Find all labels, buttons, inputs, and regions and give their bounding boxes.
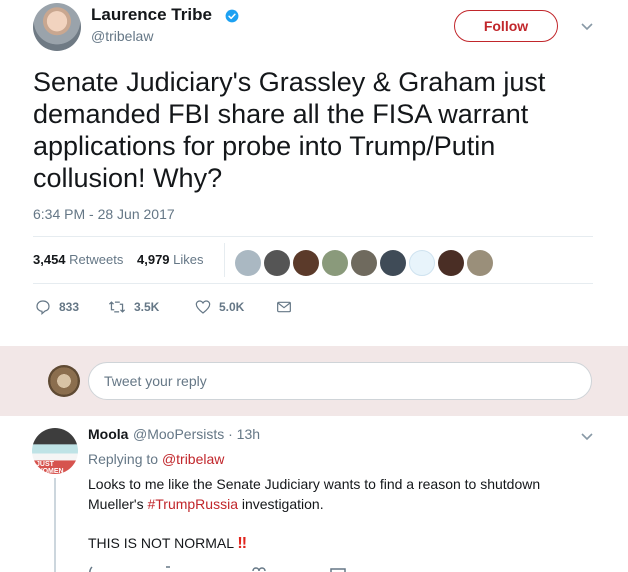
reply-text: Looks to me like the Senate Judiciary wa… <box>88 474 568 514</box>
reply-text-line3: THIS IS NOT NORMAL ‼ <box>88 535 247 553</box>
chevron-down-icon[interactable] <box>580 22 594 32</box>
replying-mention-link[interactable]: @tribelaw <box>162 451 224 467</box>
likes-label: Likes <box>173 252 204 267</box>
retweet-action[interactable]: 3.5K <box>108 299 159 315</box>
tweet-timestamp[interactable]: 6:34 PM - 28 Jun 2017 <box>33 206 175 222</box>
retweet-count: 3.5K <box>134 300 160 314</box>
reply-action-bar-partial <box>88 565 388 572</box>
liker-avatar[interactable] <box>235 250 261 276</box>
reply-icon <box>36 300 50 315</box>
reply-action[interactable]: 833 <box>35 299 79 315</box>
reply-text-part2: investigation. <box>237 496 324 512</box>
liker-avatar[interactable] <box>264 250 290 276</box>
likes-count: 4,979 <box>137 252 170 267</box>
liker-avatar[interactable] <box>293 250 319 276</box>
message-action[interactable] <box>276 299 300 315</box>
reply-author-avatar[interactable]: JUST WOMEN <box>32 428 78 474</box>
divider <box>33 283 593 284</box>
reply-author-handle-time[interactable]: @MooPersists · 13h <box>133 426 260 442</box>
reply-placeholder: Tweet your reply <box>104 373 207 389</box>
author-handle[interactable]: @tribelaw <box>91 28 153 44</box>
retweets-label: Retweets <box>69 252 124 267</box>
follow-button[interactable]: Follow <box>454 10 558 42</box>
reply-shout-text: THIS IS NOT NORMAL <box>88 535 234 551</box>
reply-count: 833 <box>59 300 80 314</box>
retweets-count: 3,454 <box>33 252 66 267</box>
reply-author-name[interactable]: Moola <box>88 426 128 442</box>
tweet-text: Senate Judiciary's Grassley & Graham jus… <box>33 67 546 193</box>
like-count: 5.0K <box>219 300 245 314</box>
current-user-avatar <box>48 365 80 397</box>
avatar-caption: JUST WOMEN <box>36 461 64 474</box>
retweets-stat[interactable]: 3,454 Retweets <box>33 252 123 267</box>
reply-input[interactable]: Tweet your reply <box>88 362 592 400</box>
retweet-icon <box>108 301 126 313</box>
thread-line <box>54 478 56 572</box>
envelope-icon <box>277 301 291 313</box>
heart-icon <box>195 300 211 314</box>
author-avatar[interactable] <box>33 3 81 51</box>
liker-avatar[interactable] <box>409 250 435 276</box>
like-action[interactable]: 5.0K <box>195 299 244 315</box>
liker-avatar[interactable] <box>351 250 377 276</box>
chevron-down-icon[interactable] <box>580 432 594 442</box>
divider <box>33 236 593 237</box>
replying-to: Replying to @tribelaw <box>88 451 224 467</box>
liker-avatar[interactable] <box>380 250 406 276</box>
liker-avatar[interactable] <box>322 250 348 276</box>
stats-separator <box>224 243 225 277</box>
verified-badge-icon <box>225 9 239 23</box>
author-name[interactable]: Laurence Tribe <box>91 5 212 25</box>
likes-stat[interactable]: 4,979 Likes <box>137 252 204 267</box>
liker-avatar[interactable] <box>438 250 464 276</box>
double-exclamation-icon: ‼ <box>237 535 248 552</box>
liker-avatar[interactable] <box>467 250 493 276</box>
hashtag-link[interactable]: #TrumpRussia <box>147 496 238 512</box>
replying-prefix: Replying to <box>88 451 159 467</box>
